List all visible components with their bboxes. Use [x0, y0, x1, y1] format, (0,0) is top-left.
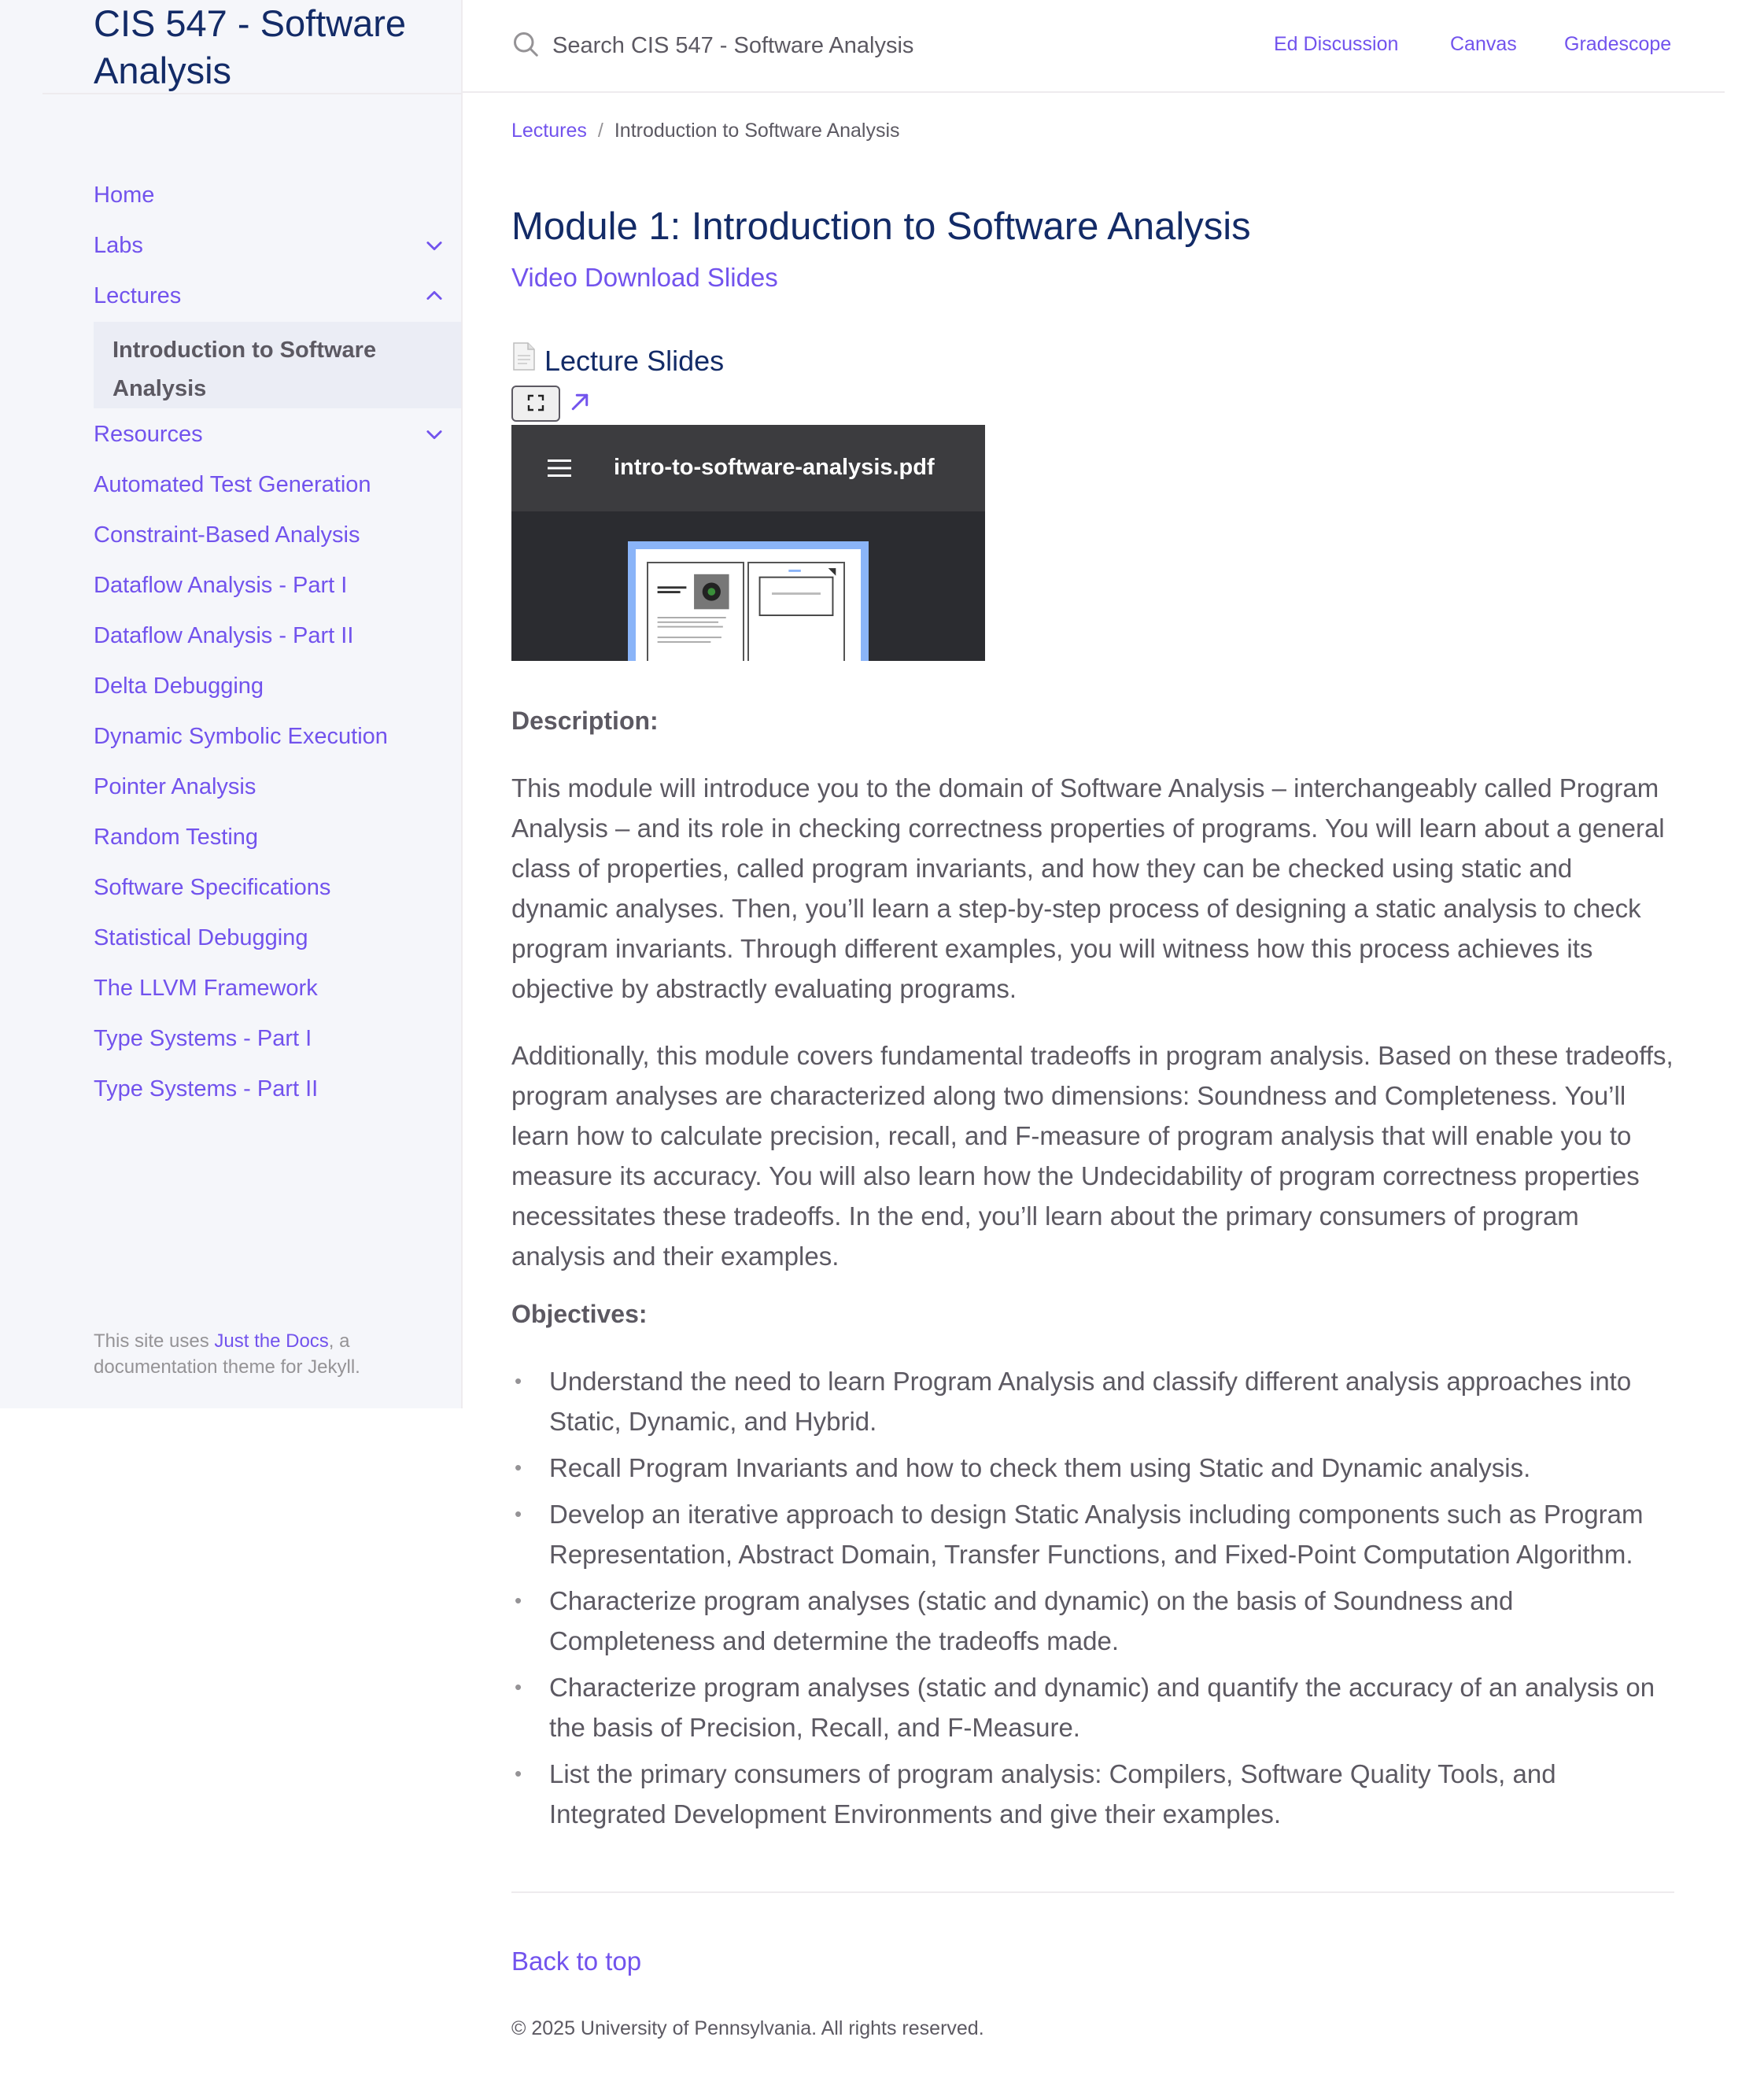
- sidebar-divider: [42, 93, 461, 94]
- objectives-list: Understand the need to learn Program Ana…: [511, 1361, 1674, 1840]
- menu-icon[interactable]: [548, 458, 571, 478]
- sidebar-item-lectures[interactable]: Lectures: [94, 271, 461, 321]
- just-the-docs-link[interactable]: Just the Docs: [214, 1330, 328, 1352]
- sidebar-item-automated-test-generation[interactable]: Automated Test Generation: [94, 459, 461, 510]
- footer-prefix: This site uses: [94, 1330, 215, 1352]
- fullscreen-icon: [526, 393, 545, 415]
- pdf-thumbnails[interactable]: [628, 541, 869, 661]
- sidebar: CIS 547 - Software Analysis Home Labs Le…: [0, 0, 463, 1408]
- sidebar-item-constraint-based-analysis[interactable]: Constraint-Based Analysis: [94, 510, 461, 560]
- sidebar-item-dynamic-symbolic-execution[interactable]: Dynamic Symbolic Execution: [94, 711, 461, 762]
- description-paragraph-1: This module will introduce you to the do…: [511, 773, 1665, 1003]
- pdf-viewer[interactable]: intro-to-software-analysis.pdf: [511, 425, 985, 661]
- page-icon: [511, 341, 544, 380]
- breadcrumb: Lectures / Introduction to Software Analys…: [511, 120, 900, 142]
- sidebar-item-random-testing[interactable]: Random Testing: [94, 812, 461, 862]
- open-external-icon[interactable]: [568, 390, 592, 414]
- sidebar-item-labs[interactable]: Labs: [94, 220, 461, 271]
- sidebar-item-dataflow-analysis-part-1[interactable]: Dataflow Analysis - Part I: [94, 560, 461, 611]
- objectives-label: Objectives:: [511, 1300, 648, 1328]
- gradescope-link[interactable]: Gradescope: [1564, 33, 1671, 56]
- sidebar-item-dataflow-analysis-part-2[interactable]: Dataflow Analysis - Part II: [94, 611, 461, 661]
- sidebar-item-label: Resources: [94, 421, 203, 447]
- site-title[interactable]: CIS 547 - Software Analysis: [94, 0, 456, 94]
- lecture-slides-heading: Lecture Slides: [511, 341, 724, 380]
- pdf-toolbar: intro-to-software-analysis.pdf: [511, 425, 985, 511]
- search-icon: [511, 30, 540, 62]
- list-item: Characterize program analyses (static an…: [511, 1581, 1674, 1661]
- sidebar-item-software-specifications[interactable]: Software Specifications: [94, 862, 461, 913]
- pdf-page-thumbnail[interactable]: [647, 562, 744, 661]
- sidebar-footer: This site uses Just the Docs, a document…: [94, 1328, 448, 1380]
- sidebar-item-label: Labs: [94, 232, 143, 258]
- copyright-text: © 2025 University of Pennsylvania. All r…: [511, 2017, 984, 2039]
- fullscreen-button[interactable]: [511, 386, 560, 422]
- search-input[interactable]: [551, 32, 995, 60]
- list-item: Recall Program Invariants and how to che…: [511, 1448, 1674, 1488]
- sidebar-item-statistical-debugging[interactable]: Statistical Debugging: [94, 913, 461, 963]
- video-download-slides-links[interactable]: Video Download Slides: [511, 263, 778, 293]
- canvas-link[interactable]: Canvas: [1450, 33, 1517, 56]
- sidebar-item-llvm-framework[interactable]: The LLVM Framework: [94, 963, 461, 1013]
- sidebar-item-label: Home: [94, 182, 155, 208]
- chevron-down-icon[interactable]: [423, 423, 445, 445]
- list-item: List the primary consumers of program an…: [511, 1754, 1674, 1834]
- back-to-top-link[interactable]: Back to top: [511, 1947, 641, 1976]
- list-item: Understand the need to learn Program Ana…: [511, 1361, 1674, 1441]
- chevron-up-icon[interactable]: [423, 285, 445, 307]
- sidebar-item-type-systems-part-2[interactable]: Type Systems - Part II: [94, 1064, 461, 1114]
- sidebar-item-pointer-analysis[interactable]: Pointer Analysis: [94, 762, 461, 812]
- breadcrumb-current: Introduction to Software Analysis: [614, 120, 900, 142]
- pdf-filename: intro-to-software-analysis.pdf: [614, 455, 935, 480]
- chevron-down-icon[interactable]: [423, 234, 445, 256]
- description-label: Description:: [511, 707, 659, 735]
- sidebar-item-resources[interactable]: Resources: [94, 409, 461, 459]
- sidebar-item-label: Lectures: [94, 282, 182, 308]
- search-bar[interactable]: [511, 30, 995, 62]
- footer-divider: [511, 1891, 1674, 1893]
- sidebar-item-home[interactable]: Home: [94, 170, 461, 220]
- header: Ed Discussion Canvas Gradescope: [463, 0, 1725, 93]
- ed-discussion-link[interactable]: Ed Discussion: [1274, 33, 1398, 56]
- sidebar-item-delta-debugging[interactable]: Delta Debugging: [94, 661, 461, 711]
- pdf-page-thumbnail[interactable]: [747, 562, 845, 661]
- description-paragraph-2: Additionally, this module covers fundame…: [511, 1041, 1674, 1271]
- sidebar-subitem-intro-to-software-analysis[interactable]: Introduction to Software Analysis: [94, 322, 461, 408]
- list-item: Develop an iterative approach to design …: [511, 1494, 1674, 1574]
- breadcrumb-lectures-link[interactable]: Lectures: [511, 120, 587, 142]
- lecture-slides-label: Lecture Slides: [544, 344, 725, 377]
- breadcrumb-separator: /: [597, 120, 603, 142]
- list-item: Characterize program analyses (static an…: [511, 1667, 1674, 1747]
- page-title: Module 1: Introduction to Software Analy…: [511, 205, 1251, 248]
- sidebar-item-type-systems-part-1[interactable]: Type Systems - Part I: [94, 1013, 461, 1064]
